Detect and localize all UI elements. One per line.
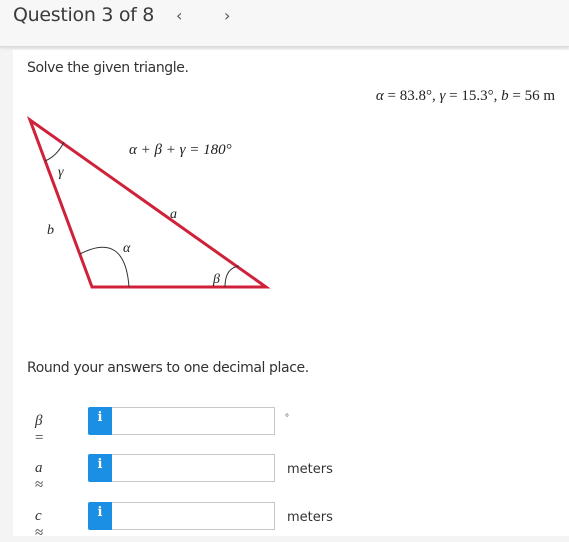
unit-label: meters — [287, 462, 333, 477]
degree-unit: ° — [285, 413, 289, 424]
side-b-label: b — [47, 223, 54, 238]
given-gamma-value: = 15.3°, — [445, 88, 502, 104]
info-icon-button[interactable]: i — [88, 454, 112, 482]
unit-label: meters — [287, 510, 333, 525]
chevron-right-icon: › — [224, 6, 231, 25]
answer-label: c ≈ — [35, 508, 44, 541]
question-header: Question 3 of 8 ‹ › — [0, 0, 569, 47]
gamma-label: γ — [58, 165, 64, 180]
info-icon-button[interactable]: i — [88, 407, 112, 435]
given-b-symbol: b — [501, 88, 509, 104]
chevron-left-icon: ‹ — [176, 6, 183, 25]
question-content: Solve the given triangle. α = 83.8°, γ =… — [13, 50, 569, 541]
info-icon-button[interactable]: i — [88, 502, 112, 530]
question-counter: Question 3 of 8 — [13, 4, 155, 26]
given-b-value: = 56 m — [508, 88, 555, 104]
alpha-label: α — [123, 241, 131, 256]
angle-sum-equation: α + β + γ = 180° — [129, 142, 232, 158]
given-alpha-value: = 83.8°, — [383, 88, 440, 104]
given-values: α = 83.8°, γ = 15.3°, b = 56 m — [376, 88, 555, 105]
question-prompt: Solve the given triangle. — [27, 60, 189, 76]
triangle-figure: α + β + γ = 180° γ a b α β c — [26, 116, 271, 296]
alpha-arc — [79, 246, 130, 288]
side-c-input[interactable] — [112, 502, 275, 530]
prev-question-button[interactable]: ‹ — [176, 6, 182, 25]
next-question-button[interactable]: › — [224, 6, 230, 25]
rounding-instruction: Round your answers to one decimal place. — [27, 360, 309, 376]
side-c-label: c — [172, 295, 179, 296]
gamma-arc — [44, 141, 65, 162]
answer-label: a ≈ — [35, 460, 44, 493]
side-a-input[interactable] — [112, 454, 275, 482]
given-alpha-symbol: α — [375, 88, 384, 104]
beta-arc — [224, 265, 240, 288]
answer-label: β = — [35, 413, 44, 446]
beta-label: β — [212, 272, 220, 287]
side-a-label: a — [170, 207, 177, 222]
beta-input[interactable] — [112, 407, 275, 435]
